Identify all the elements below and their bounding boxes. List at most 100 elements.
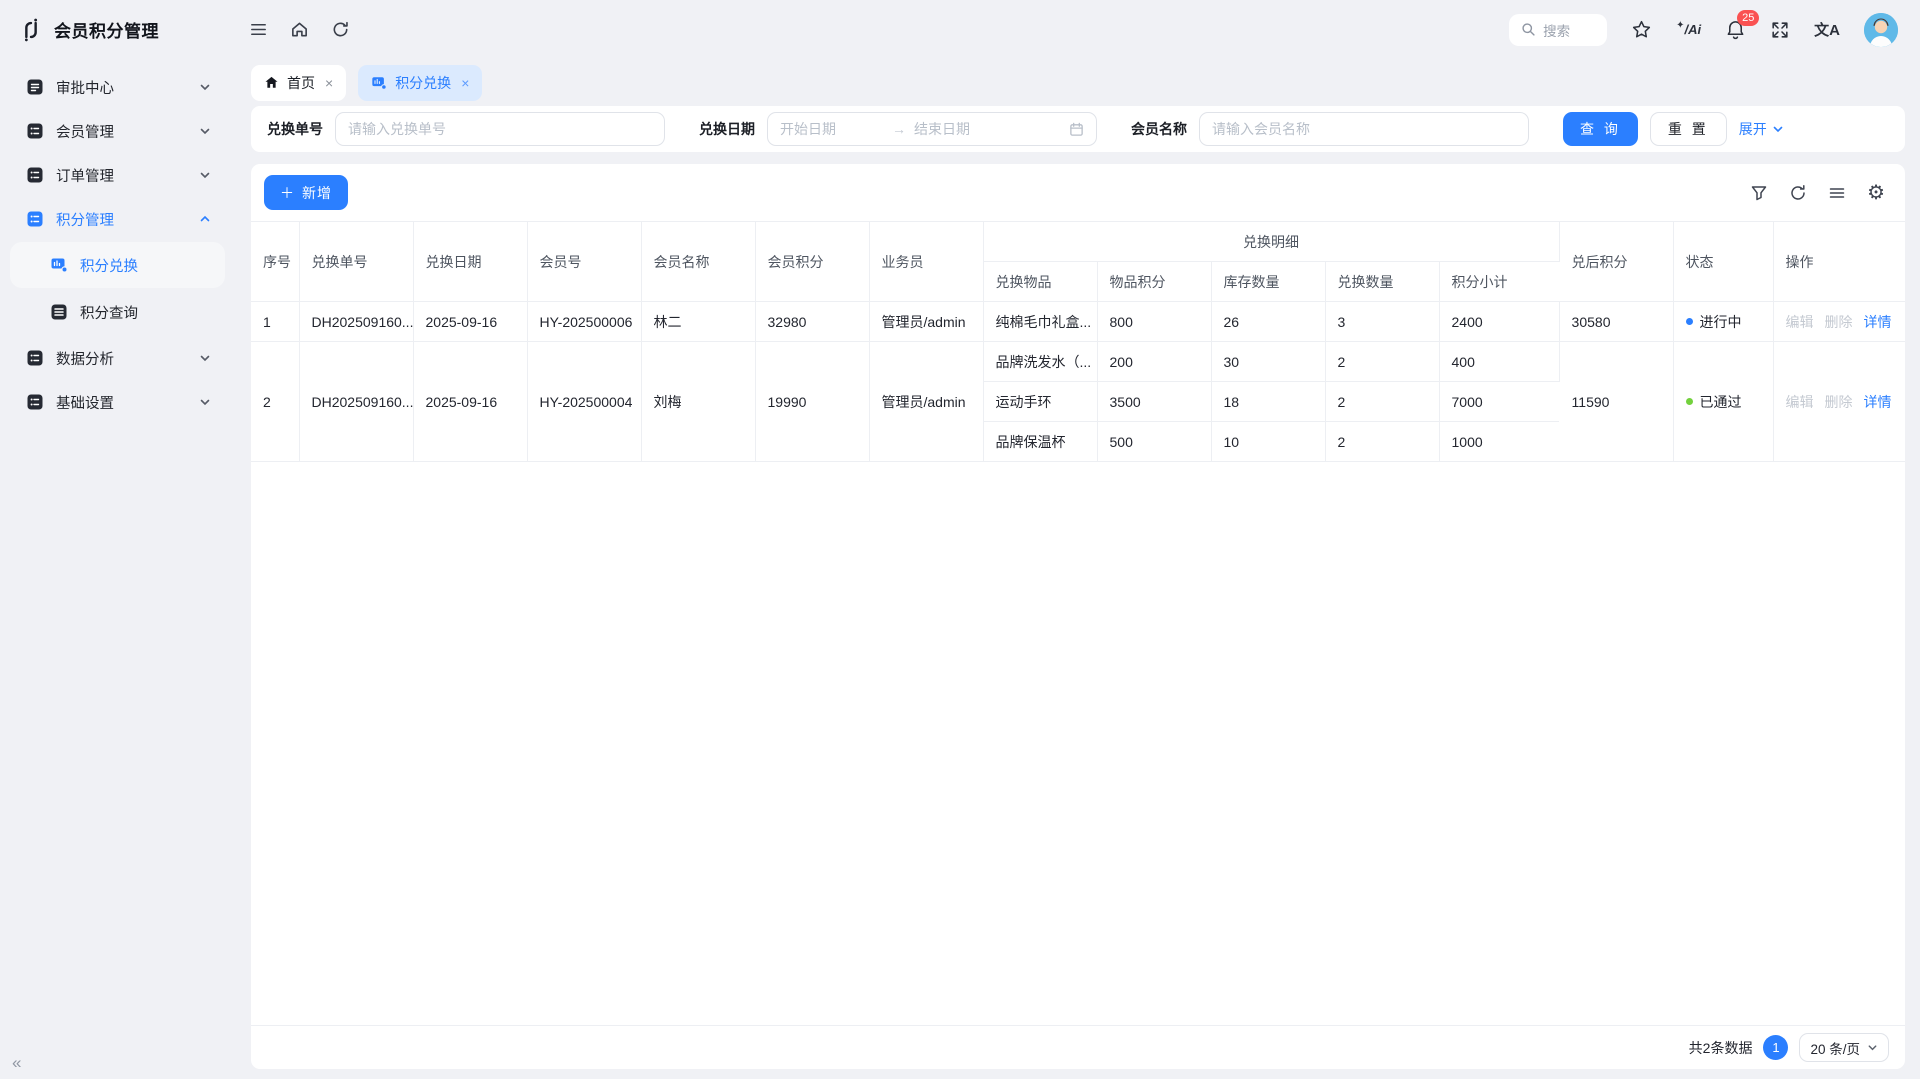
refresh-icon[interactable]: [331, 20, 350, 39]
cell-order-no: DH202509160...: [299, 342, 413, 462]
chevron-down-icon: [199, 125, 211, 137]
sidebar-item-approval-center[interactable]: 审批中心: [8, 65, 227, 109]
chevron-down-icon: [199, 81, 211, 93]
home-tab-icon: [264, 75, 279, 90]
member-name-input[interactable]: [1199, 112, 1529, 146]
basic-settings-icon: [26, 393, 44, 411]
cell-actions: 编辑删除详情: [1773, 342, 1905, 462]
table-row: 2 DH202509160... 2025-09-16 HY-202500004…: [251, 342, 1905, 382]
cell-member-points: 32980: [755, 302, 869, 342]
global-search-input[interactable]: 搜索: [1509, 14, 1607, 46]
status-dot: [1686, 318, 1693, 325]
favorite-star-icon[interactable]: [1631, 19, 1652, 40]
query-button[interactable]: 查 询: [1563, 112, 1638, 146]
sidebar-item-points-exchange[interactable]: 积分兑换: [10, 242, 225, 288]
status-dot: [1686, 398, 1693, 405]
cell-index: 1: [251, 302, 299, 342]
cell-member-no: HY-202500006: [527, 302, 641, 342]
detail-action[interactable]: 详情: [1864, 394, 1892, 410]
cell-item: 纯棉毛巾礼盒...: [983, 302, 1097, 342]
add-button[interactable]: ＋ 新增: [264, 175, 348, 210]
order-no-input[interactable]: [335, 112, 665, 146]
reset-button[interactable]: 重 置: [1650, 112, 1727, 146]
cell-stock: 10: [1211, 422, 1325, 462]
expand-filters-button[interactable]: 展开: [1739, 119, 1784, 139]
col-header-member-name: 会员名称: [641, 222, 755, 302]
filter-funnel-icon[interactable]: [1750, 184, 1768, 202]
cell-item-points: 3500: [1097, 382, 1211, 422]
points-exchange-icon: [50, 256, 68, 274]
sidebar-item-member-management[interactable]: 会员管理: [8, 109, 227, 153]
sidebar-item-order-management[interactable]: 订单管理: [8, 153, 227, 197]
tab-points-exchange[interactable]: 积分兑换 ×: [358, 65, 482, 101]
cell-qty: 2: [1325, 422, 1439, 462]
page-size-select[interactable]: 20 条/页: [1799, 1033, 1889, 1062]
delete-action[interactable]: 删除: [1825, 394, 1853, 410]
delete-action[interactable]: 删除: [1825, 314, 1853, 330]
col-group-details: 兑换明细: [983, 222, 1559, 262]
sidebar-item-data-analysis[interactable]: 数据分析: [8, 336, 227, 380]
col-header-member-points: 会员积分: [755, 222, 869, 302]
exchange-table: 序号 兑换单号 兑换日期 会员号 会员名称 会员积分 业务员 兑换明细 兑后积分…: [251, 221, 1905, 462]
col-header-salesman: 业务员: [869, 222, 983, 302]
data-analysis-icon: [26, 349, 44, 367]
sidebar-item-points-management[interactable]: 积分管理: [8, 197, 227, 241]
cell-after-points: 11590: [1559, 342, 1673, 462]
cell-stock: 30: [1211, 342, 1325, 382]
cell-item-points: 800: [1097, 302, 1211, 342]
fullscreen-icon[interactable]: [1770, 20, 1790, 40]
tab-home[interactable]: 首页 ×: [251, 65, 346, 101]
cell-order-no: DH202509160...: [299, 302, 413, 342]
cell-item: 品牌保温杯: [983, 422, 1097, 462]
cell-actions: 编辑删除详情: [1773, 302, 1905, 342]
cell-salesman: 管理员/admin: [869, 342, 983, 462]
edit-action[interactable]: 编辑: [1786, 314, 1814, 330]
app-logo-icon: [18, 17, 44, 43]
page-number-button[interactable]: 1: [1763, 1035, 1788, 1060]
table-refresh-icon[interactable]: [1789, 184, 1807, 202]
row-density-icon[interactable]: [1828, 184, 1846, 202]
cell-member-no: HY-202500004: [527, 342, 641, 462]
status-badge: 进行中: [1700, 312, 1742, 332]
ai-assistant-icon[interactable]: ✦/Ai: [1676, 22, 1701, 37]
date-range-arrow: →: [892, 121, 906, 137]
col-header-date: 兑换日期: [413, 222, 527, 302]
cell-index: 2: [251, 342, 299, 462]
col-header-status: 状态: [1673, 222, 1773, 302]
app-title: 会员积分管理: [54, 17, 159, 42]
notification-bell-icon[interactable]: 25: [1725, 19, 1746, 40]
chevron-up-icon: [199, 213, 211, 225]
points-exchange-tab-icon: [371, 75, 387, 91]
cell-date: 2025-09-16: [413, 342, 527, 462]
col-header-stock: 库存数量: [1211, 262, 1325, 302]
points-management-icon: [26, 210, 44, 228]
tab-bar: 首页 × 积分兑换 ×: [251, 59, 1905, 106]
points-query-icon: [50, 303, 68, 321]
pagination-bar: 共2条数据 1 20 条/页: [251, 1025, 1905, 1069]
cell-item: 品牌洗发水（...: [983, 342, 1097, 382]
end-date-input[interactable]: [914, 121, 1018, 137]
user-avatar[interactable]: [1864, 13, 1898, 47]
sidebar-item-points-query[interactable]: 积分查询: [10, 289, 225, 335]
plus-icon: ＋: [280, 183, 295, 203]
search-icon: [1521, 22, 1536, 37]
cell-member-name: 刘梅: [641, 342, 755, 462]
start-date-input[interactable]: [780, 121, 884, 137]
edit-action[interactable]: 编辑: [1786, 394, 1814, 410]
table-toolbar: ＋ 新增 ⚙: [251, 164, 1905, 221]
sidebar-toggle-icon[interactable]: [249, 20, 268, 39]
col-header-actions: 操作: [1773, 222, 1905, 302]
cell-qty: 2: [1325, 382, 1439, 422]
cell-member-name: 林二: [641, 302, 755, 342]
col-header-after-points: 兑后积分: [1559, 222, 1673, 302]
cell-salesman: 管理员/admin: [869, 302, 983, 342]
home-icon[interactable]: [290, 20, 309, 39]
column-settings-gear-icon[interactable]: ⚙: [1867, 183, 1885, 203]
close-icon[interactable]: ×: [323, 75, 333, 91]
language-translate-icon[interactable]: 文A: [1814, 19, 1840, 40]
date-range-picker[interactable]: →: [767, 112, 1097, 146]
sidebar-collapse-button[interactable]: «: [12, 1053, 21, 1073]
sidebar-item-basic-settings[interactable]: 基础设置: [8, 380, 227, 424]
close-icon[interactable]: ×: [459, 75, 469, 91]
detail-action[interactable]: 详情: [1864, 314, 1892, 330]
